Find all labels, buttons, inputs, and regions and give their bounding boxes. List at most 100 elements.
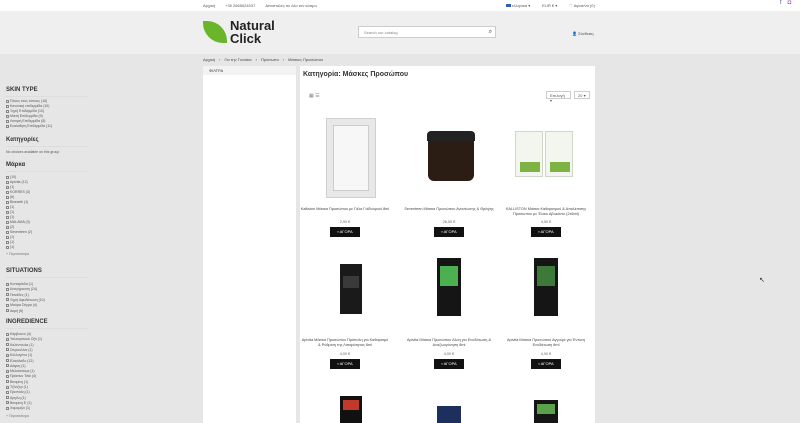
filter-checkbox[interactable]: Μαύρα Στίγμα (4) [6, 303, 37, 307]
filter-checkbox[interactable]: Μελισσόκερι (1) [6, 369, 35, 373]
checkbox-icon[interactable] [6, 235, 9, 239]
checkbox-icon[interactable] [6, 369, 9, 373]
facebook-icon[interactable]: f [780, 0, 782, 6]
filter-checkbox[interactable]: Αργίλη (1) [6, 396, 26, 400]
search-input[interactable]: Search our catalog ⌕ [358, 26, 496, 38]
filter-checkbox[interactable]: Ευαίσθητη Επιδερμίδα (11) [6, 124, 52, 128]
checkbox-icon[interactable] [6, 220, 9, 224]
filter-checkbox[interactable]: Υαλουρονικό Οξύ (1) [6, 337, 42, 341]
instagram-icon[interactable]: ◘ [788, 0, 792, 6]
checkbox-icon[interactable] [6, 309, 9, 312]
checkbox-icon[interactable] [6, 282, 9, 286]
filter-checkbox[interactable]: Κάρβουνο (4) [6, 332, 31, 336]
checkbox-icon[interactable] [6, 390, 9, 394]
show-more-link[interactable]: + Περισσότερα [6, 252, 29, 256]
filter-checkbox[interactable]: (1) [6, 215, 14, 219]
product-image[interactable] [534, 258, 558, 316]
filter-checkbox[interactable]: (1) [6, 240, 14, 244]
filter-checkbox[interactable]: Πανάδες (1) [6, 293, 29, 297]
filter-checkbox[interactable]: Seventeen (2) [6, 230, 32, 234]
checkbox-icon[interactable] [6, 104, 9, 108]
filter-checkbox[interactable]: (2) [6, 225, 14, 229]
filter-checkbox[interactable]: Όλους τους τύπους (16) [6, 99, 47, 103]
checkbox-icon[interactable] [6, 114, 9, 118]
checkbox-icon[interactable] [6, 180, 9, 184]
phone-link[interactable]: +30 2665024037 [225, 3, 255, 8]
buy-button[interactable]: ▪ ΑΓΟΡΑ [330, 227, 360, 237]
home-link[interactable]: Αρχική [203, 3, 215, 8]
product-name[interactable]: KALLISTON Μάσκα Καθαρισμού & Απολέπισης … [501, 207, 591, 217]
logo[interactable]: Natural Click [203, 19, 285, 47]
currency-selector[interactable]: EUR € ▾ [542, 3, 557, 8]
checkbox-icon[interactable] [6, 205, 9, 209]
product-image[interactable] [437, 406, 461, 423]
checkbox-icon[interactable] [6, 348, 9, 352]
filter-checkbox[interactable]: Λιπαρή Επιδερμίδα (8) [6, 119, 45, 123]
product-image[interactable] [515, 131, 573, 179]
product-name[interactable]: Apivita Μάσκα Προσώπου Αγγούρι για Έντον… [501, 338, 591, 348]
filter-checkbox[interactable]: Μικτή Επιδερμίδα (9) [6, 114, 43, 118]
checkbox-icon[interactable] [6, 240, 9, 244]
product-image[interactable] [340, 396, 362, 423]
filter-checkbox[interactable]: Βιταμίνη Ε (1) [6, 401, 32, 405]
checkbox-icon[interactable] [6, 99, 9, 103]
product-image[interactable] [534, 400, 558, 423]
checkbox-icon[interactable] [6, 230, 9, 234]
search-icon[interactable]: ⌕ [489, 29, 492, 36]
filter-checkbox[interactable]: Βιταμίνη (1) [6, 380, 28, 384]
checkbox-icon[interactable] [6, 359, 9, 362]
checkbox-icon[interactable] [6, 210, 9, 214]
checkbox-icon[interactable] [6, 293, 9, 297]
sign-in-link[interactable]: 👤 Σύνδεση [572, 31, 593, 36]
checkbox-icon[interactable] [6, 303, 9, 307]
product-image[interactable] [427, 131, 475, 183]
checkbox-icon[interactable] [6, 385, 9, 389]
checkbox-icon[interactable] [6, 287, 9, 291]
show-more-link[interactable]: + Περισσότερα [6, 414, 29, 418]
checkbox-icon[interactable] [6, 225, 9, 229]
checkbox-icon[interactable] [6, 332, 9, 336]
filter-checkbox[interactable]: Προπόλη (1) [6, 390, 30, 394]
filter-checkbox[interactable]: Κολλαγόνο (1) [6, 353, 32, 357]
breadcrumb-item[interactable]: Πρόσωπο [261, 57, 279, 62]
filter-checkbox[interactable]: (6) [6, 195, 14, 199]
filter-checkbox[interactable]: (1) [6, 245, 14, 249]
filter-checkbox[interactable]: Χαμομήλι (1) [6, 406, 30, 410]
checkbox-icon[interactable] [6, 396, 9, 400]
sort-select[interactable]: Επιλογή ▾ [546, 91, 571, 103]
product-name[interactable]: Apivita Μάσκα Προσώπου Αλόη για Ενυδάτωσ… [404, 338, 494, 348]
filter-checkbox[interactable]: Τζίντζερ (1) [6, 385, 28, 389]
breadcrumb-item[interactable]: Αρχική [203, 57, 215, 62]
filter-checkbox[interactable]: (1) [6, 235, 14, 239]
breadcrumb-item[interactable]: Για την Γυναίκα [225, 57, 252, 62]
filter-checkbox[interactable]: (10) [6, 175, 16, 179]
buy-button[interactable]: ▪ ΑΓΟΡΑ [531, 227, 561, 237]
filter-checkbox[interactable]: Ξηρή Επιδερμίδα (10) [6, 109, 44, 113]
product-image[interactable] [340, 264, 362, 314]
checkbox-icon[interactable] [6, 380, 9, 384]
buy-button[interactable]: ▪ ΑΓΟΡΑ [330, 359, 360, 369]
grid-view-icon[interactable]: ▦ ☰ [309, 93, 320, 99]
buy-button[interactable]: ▪ ΑΓΟΡΑ [434, 359, 464, 369]
product-image[interactable] [437, 258, 461, 316]
checkbox-icon[interactable] [6, 374, 9, 378]
filter-checkbox[interactable]: (1) [6, 205, 14, 209]
checkbox-icon[interactable] [6, 245, 9, 249]
checkbox-icon[interactable] [6, 195, 9, 199]
filter-checkbox[interactable]: (1) [6, 185, 14, 189]
checkbox-icon[interactable] [6, 343, 9, 347]
filter-checkbox[interactable]: Κυτταρίτιδα (1) [6, 282, 33, 286]
filter-checkbox[interactable]: Ξηρή Αφυδάτωση (10) [6, 298, 45, 302]
per-page-select[interactable]: 20 ▾ [574, 91, 590, 99]
filter-checkbox[interactable]: Αντιγήρανση (24) [6, 287, 37, 291]
filter-checkbox[interactable]: Κανονική επιδερμίδα (10) [6, 104, 49, 108]
checkbox-icon[interactable] [6, 175, 9, 179]
checkbox-icon[interactable] [6, 298, 9, 302]
filter-checkbox[interactable]: KORRES (3) [6, 190, 30, 194]
checkbox-icon[interactable] [6, 200, 9, 204]
checkbox-icon[interactable] [6, 337, 9, 341]
checkbox-icon[interactable] [6, 124, 9, 128]
product-name[interactable]: Kalliston Μάσκα Προσώπου με Γάλα Γαϊδουρ… [300, 207, 390, 212]
checkbox-icon[interactable] [6, 353, 9, 357]
buy-button[interactable]: ▪ ΑΓΟΡΑ [434, 227, 464, 237]
